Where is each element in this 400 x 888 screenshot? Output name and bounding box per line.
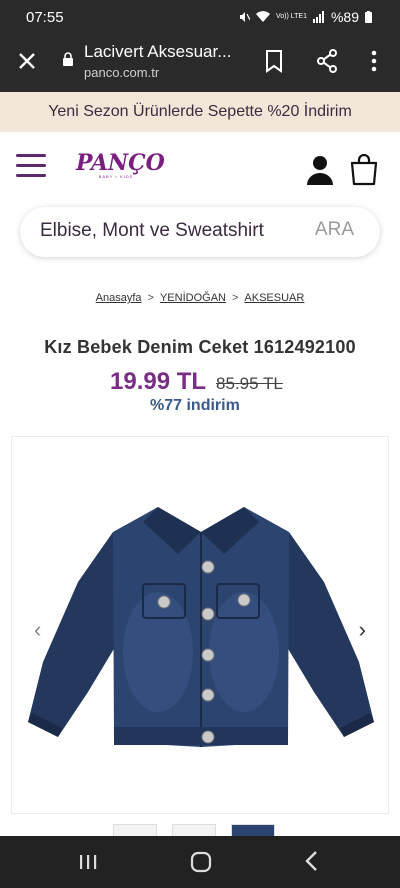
gallery-next-button[interactable]: ›: [359, 617, 366, 643]
bookmark-button[interactable]: [264, 49, 284, 73]
search-button[interactable]: ARA: [315, 219, 354, 241]
more-vertical-icon: [371, 50, 377, 72]
signal-icon: [312, 11, 324, 23]
search-bar: ARA: [20, 207, 380, 257]
promo-banner[interactable]: Yeni Sezon Ürünlerde Sepette %20 İndirim: [0, 92, 400, 132]
cart-button[interactable]: [348, 153, 380, 186]
old-price: 85.95 TL: [216, 374, 283, 393]
system-nav-bar: [0, 836, 400, 888]
breadcrumb-home[interactable]: Anasayfa: [96, 292, 142, 304]
price-row: 19.99 TL 85.95 TL: [110, 368, 283, 396]
browser-bar: Lacivert Aksesuar... panco.com.tr: [0, 34, 400, 92]
close-icon: [19, 53, 35, 69]
product-title: Kız Bebek Denim Ceket 1612492100: [44, 337, 356, 357]
home-icon[interactable]: [190, 851, 212, 873]
status-icons: Vo)) LTE1 %89: [238, 9, 372, 25]
breadcrumb: Anasayfa > YENİDOĞAN > AKSESUAR: [0, 292, 400, 304]
hamburger-line: [16, 154, 46, 157]
battery-icon: [365, 11, 372, 23]
current-price: 19.99 TL: [110, 368, 207, 395]
site-header: PANÇO BABY • KIDS: [0, 132, 400, 206]
page-title[interactable]: Lacivert Aksesuar...: [84, 42, 231, 62]
browser-menu-button[interactable]: [364, 49, 384, 73]
status-bar: 07:55 Vo)) LTE1 %89: [0, 0, 400, 34]
gallery-prev-button[interactable]: ‹: [34, 617, 41, 643]
user-icon: [307, 156, 333, 185]
search-input[interactable]: [40, 220, 290, 242]
product-gallery[interactable]: ‹ ›: [11, 436, 389, 814]
account-button[interactable]: [306, 154, 334, 186]
shopping-bag-icon: [350, 153, 378, 186]
hamburger-menu-button[interactable]: [16, 154, 46, 178]
share-button[interactable]: [316, 49, 338, 73]
mute-icon: [239, 12, 250, 22]
wifi-icon: [255, 11, 270, 22]
breadcrumb-accessories[interactable]: AKSESUAR: [244, 292, 304, 304]
breadcrumb-separator: >: [147, 292, 154, 304]
product-image: [28, 507, 374, 747]
bookmark-icon: [266, 50, 282, 73]
site-logo[interactable]: PANÇO BABY • KIDS: [76, 150, 165, 184]
breadcrumb-newborn[interactable]: YENİDOĞAN: [160, 292, 226, 304]
hamburger-line: [16, 164, 46, 167]
thumbnail[interactable]: [113, 824, 157, 836]
lock-icon: [63, 52, 73, 66]
close-tab-button[interactable]: [14, 48, 40, 74]
thumbnail-strip: [0, 824, 400, 836]
hamburger-line: [16, 174, 46, 177]
discount-label: %77 indirim: [150, 397, 240, 414]
network-label: Vo)) LTE1: [275, 13, 307, 20]
share-icon: [317, 49, 337, 73]
breadcrumb-separator: >: [231, 292, 239, 304]
logo-text: PANÇO: [76, 150, 165, 176]
page-url[interactable]: panco.com.tr: [84, 65, 159, 80]
recent-apps-icon[interactable]: [78, 852, 98, 872]
thumbnail[interactable]: [172, 824, 216, 836]
battery-level: %89: [330, 9, 359, 25]
back-icon[interactable]: [304, 850, 320, 872]
thumbnail[interactable]: [231, 824, 275, 836]
status-time: 07:55: [26, 9, 64, 26]
